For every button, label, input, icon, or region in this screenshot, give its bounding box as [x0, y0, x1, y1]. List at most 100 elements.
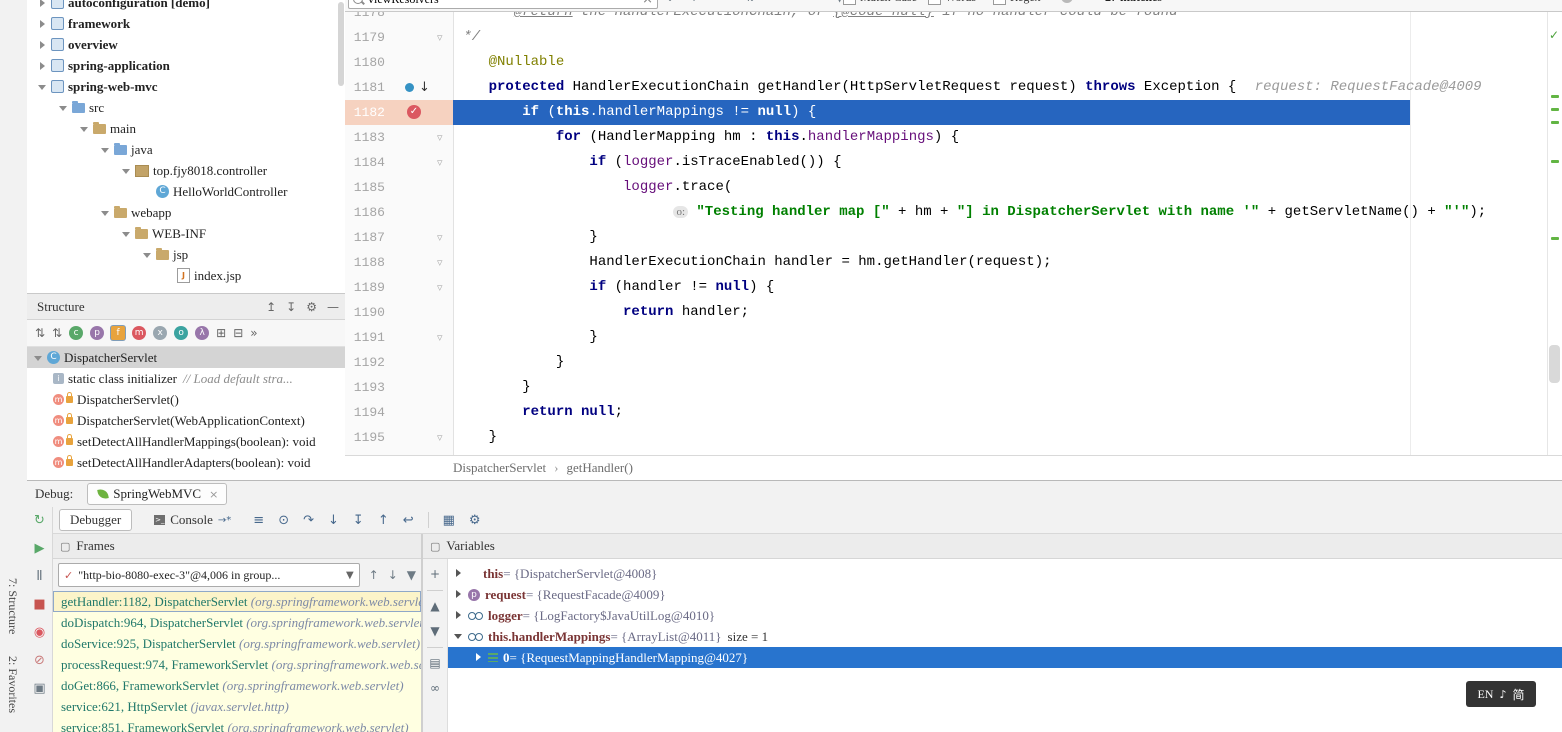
- line-number[interactable]: 1190: [349, 300, 385, 325]
- stop-icon[interactable]: ■: [30, 593, 50, 615]
- stack-frame-row[interactable]: service:851, FrameworkServlet (org.sprin…: [53, 717, 421, 732]
- tree-down-arrow-icon[interactable]: [100, 144, 112, 156]
- match-case-checkbox[interactable]: [843, 0, 856, 5]
- step-over-icon[interactable]: ↷: [303, 513, 314, 528]
- stripe-mark[interactable]: [1551, 237, 1559, 240]
- words-checkbox[interactable]: [928, 0, 941, 5]
- project-item[interactable]: CHelloWorldController: [27, 181, 337, 202]
- show-lambdas-icon[interactable]: λ: [195, 326, 209, 340]
- variable-row[interactable]: 0 = {RequestMappingHandlerMapping@4027}: [448, 647, 1562, 668]
- line-number[interactable]: 1194: [349, 400, 385, 425]
- step-into-icon[interactable]: ↓: [328, 513, 339, 528]
- sort-by-visibility-icon[interactable]: ⇅: [52, 326, 62, 340]
- project-tree-scrollbar[interactable]: [338, 2, 344, 86]
- project-item[interactable]: overview: [27, 34, 337, 55]
- line-number[interactable]: 1191: [349, 325, 385, 350]
- stack-frame-row[interactable]: processRequest:974, FrameworkServlet (or…: [53, 654, 421, 675]
- tree-right-arrow-icon[interactable]: [37, 39, 49, 51]
- match-case-label[interactable]: Match Case: [860, 0, 917, 5]
- drop-frame-icon[interactable]: ↩: [403, 513, 414, 528]
- resume-icon[interactable]: ▶: [30, 537, 50, 559]
- line-number[interactable]: 1183: [349, 125, 385, 150]
- project-item[interactable]: main: [27, 118, 337, 139]
- debug-session-tab[interactable]: SpringWebMVC ×: [87, 483, 227, 505]
- tree-down-arrow-icon[interactable]: [37, 81, 49, 93]
- menu-icon[interactable]: ≡: [253, 513, 264, 528]
- project-item[interactable]: jsp: [27, 244, 337, 265]
- structure-item[interactable]: msetDetectAllHandlerMappings(boolean): v…: [27, 431, 345, 452]
- show-classes-icon[interactable]: c: [69, 326, 83, 340]
- tree-down-arrow-icon[interactable]: [121, 165, 133, 177]
- variable-row[interactable]: this.handlerMappings = {ArrayList@4011}s…: [448, 626, 1562, 647]
- breakpoint-icon[interactable]: ✓: [407, 105, 421, 119]
- structure-item[interactable]: mDispatcherServlet(): [27, 389, 345, 410]
- pause-icon[interactable]: Ⅱ: [30, 565, 50, 587]
- project-item[interactable]: spring-web-mvc: [27, 76, 337, 97]
- more-options-icon[interactable]: »: [250, 326, 257, 340]
- line-number[interactable]: 1192: [349, 350, 385, 375]
- tree-right-arrow-icon[interactable]: [37, 18, 49, 30]
- fold-marker-icon[interactable]: ▿: [437, 250, 443, 275]
- execution-point-icon[interactable]: [405, 83, 414, 92]
- line-number[interactable]: 1180: [349, 50, 385, 75]
- line-number[interactable]: 1189: [349, 275, 385, 300]
- fold-marker-icon[interactable]: ▿: [437, 275, 443, 300]
- tab-console[interactable]: >_ Console →*: [144, 510, 241, 530]
- line-number[interactable]: 1184: [349, 150, 385, 175]
- tree-down-arrow-icon[interactable]: [58, 102, 70, 114]
- tree-right-arrow-icon[interactable]: [37, 0, 49, 9]
- project-item[interactable]: autoconfiguration [demo]: [27, 0, 337, 13]
- fold-marker-icon[interactable]: ▿: [437, 225, 443, 250]
- show-watches-icon[interactable]: ∞: [426, 678, 444, 698]
- tree-down-arrow-icon[interactable]: [79, 123, 91, 135]
- project-item[interactable]: java: [27, 139, 337, 160]
- settings-icon[interactable]: ⚙: [469, 513, 481, 528]
- project-item[interactable]: top.fjy8018.controller: [27, 160, 337, 181]
- settings-gear-icon[interactable]: ⚙: [306, 300, 317, 314]
- words-label[interactable]: Words: [945, 0, 976, 5]
- stripe-mark[interactable]: [1551, 160, 1559, 163]
- fold-marker-icon[interactable]: ▿: [437, 425, 443, 450]
- add-watch-icon[interactable]: +: [426, 564, 444, 584]
- structure-item[interactable]: istatic class initializer// Load default…: [27, 368, 345, 389]
- tree-right-arrow-icon[interactable]: [37, 60, 49, 72]
- panel-layout-icon[interactable]: ▤: [426, 653, 444, 673]
- search-input[interactable]: viewResolvers: [368, 0, 439, 7]
- structure-item[interactable]: CDispatcherServlet: [27, 347, 345, 368]
- frame-up-icon[interactable]: ↑: [369, 568, 379, 582]
- project-item[interactable]: webapp: [27, 202, 337, 223]
- close-search-icon[interactable]: ×: [642, 0, 653, 7]
- next-occurrence-icon[interactable]: ↓: [665, 0, 675, 4]
- previous-occurrence-icon[interactable]: ↑: [689, 0, 699, 4]
- regex-label[interactable]: Regex: [1010, 0, 1041, 5]
- pin-tab-icon[interactable]: →*: [218, 515, 231, 526]
- project-item[interactable]: src: [27, 97, 337, 118]
- mute-breakpoints-icon[interactable]: ⊘: [30, 649, 50, 671]
- error-stripe[interactable]: ✓: [1547, 0, 1562, 455]
- line-number[interactable]: 1185: [349, 175, 385, 200]
- stack-frame-row[interactable]: getHandler:1182, DispatcherServlet (org.…: [53, 591, 421, 612]
- frame-down-icon[interactable]: ↓: [388, 568, 398, 582]
- line-number[interactable]: 1195: [349, 425, 385, 450]
- tree-down-arrow-icon[interactable]: [142, 249, 154, 261]
- tree-down-arrow-icon[interactable]: [33, 352, 45, 364]
- close-session-icon[interactable]: ×: [209, 488, 218, 501]
- variable-row[interactable]: logger = {LogFactory$JavaUtilLog@4010}: [448, 605, 1562, 626]
- force-step-into-icon[interactable]: ↧: [353, 513, 364, 528]
- line-number[interactable]: 1179: [349, 25, 385, 50]
- regex-help-icon[interactable]: ?: [1061, 0, 1073, 3]
- line-number[interactable]: 1187: [349, 225, 385, 250]
- collapse-all-nodes-icon[interactable]: ⊟: [233, 326, 243, 340]
- thread-dump-icon[interactable]: ▣: [30, 677, 50, 699]
- find-all-icon[interactable]: ≡: [720, 0, 730, 4]
- select-all-occurrences-icon[interactable]: ⇅: [745, 0, 755, 4]
- show-inherited-icon[interactable]: o: [174, 326, 188, 340]
- line-number[interactable]: 1186: [349, 200, 385, 225]
- variable-row[interactable]: this = {DispatcherServlet@4008}: [448, 563, 1562, 584]
- expand-all-icon[interactable]: ↥: [266, 300, 276, 314]
- sidebar-tab-structure[interactable]: 7: Structure: [5, 578, 20, 634]
- search-field[interactable]: viewResolvers ×: [348, 0, 658, 9]
- collapse-all-icon[interactable]: ↧: [286, 300, 296, 314]
- step-out-icon[interactable]: ↑: [378, 513, 389, 528]
- show-anonymous-icon[interactable]: x: [153, 326, 167, 340]
